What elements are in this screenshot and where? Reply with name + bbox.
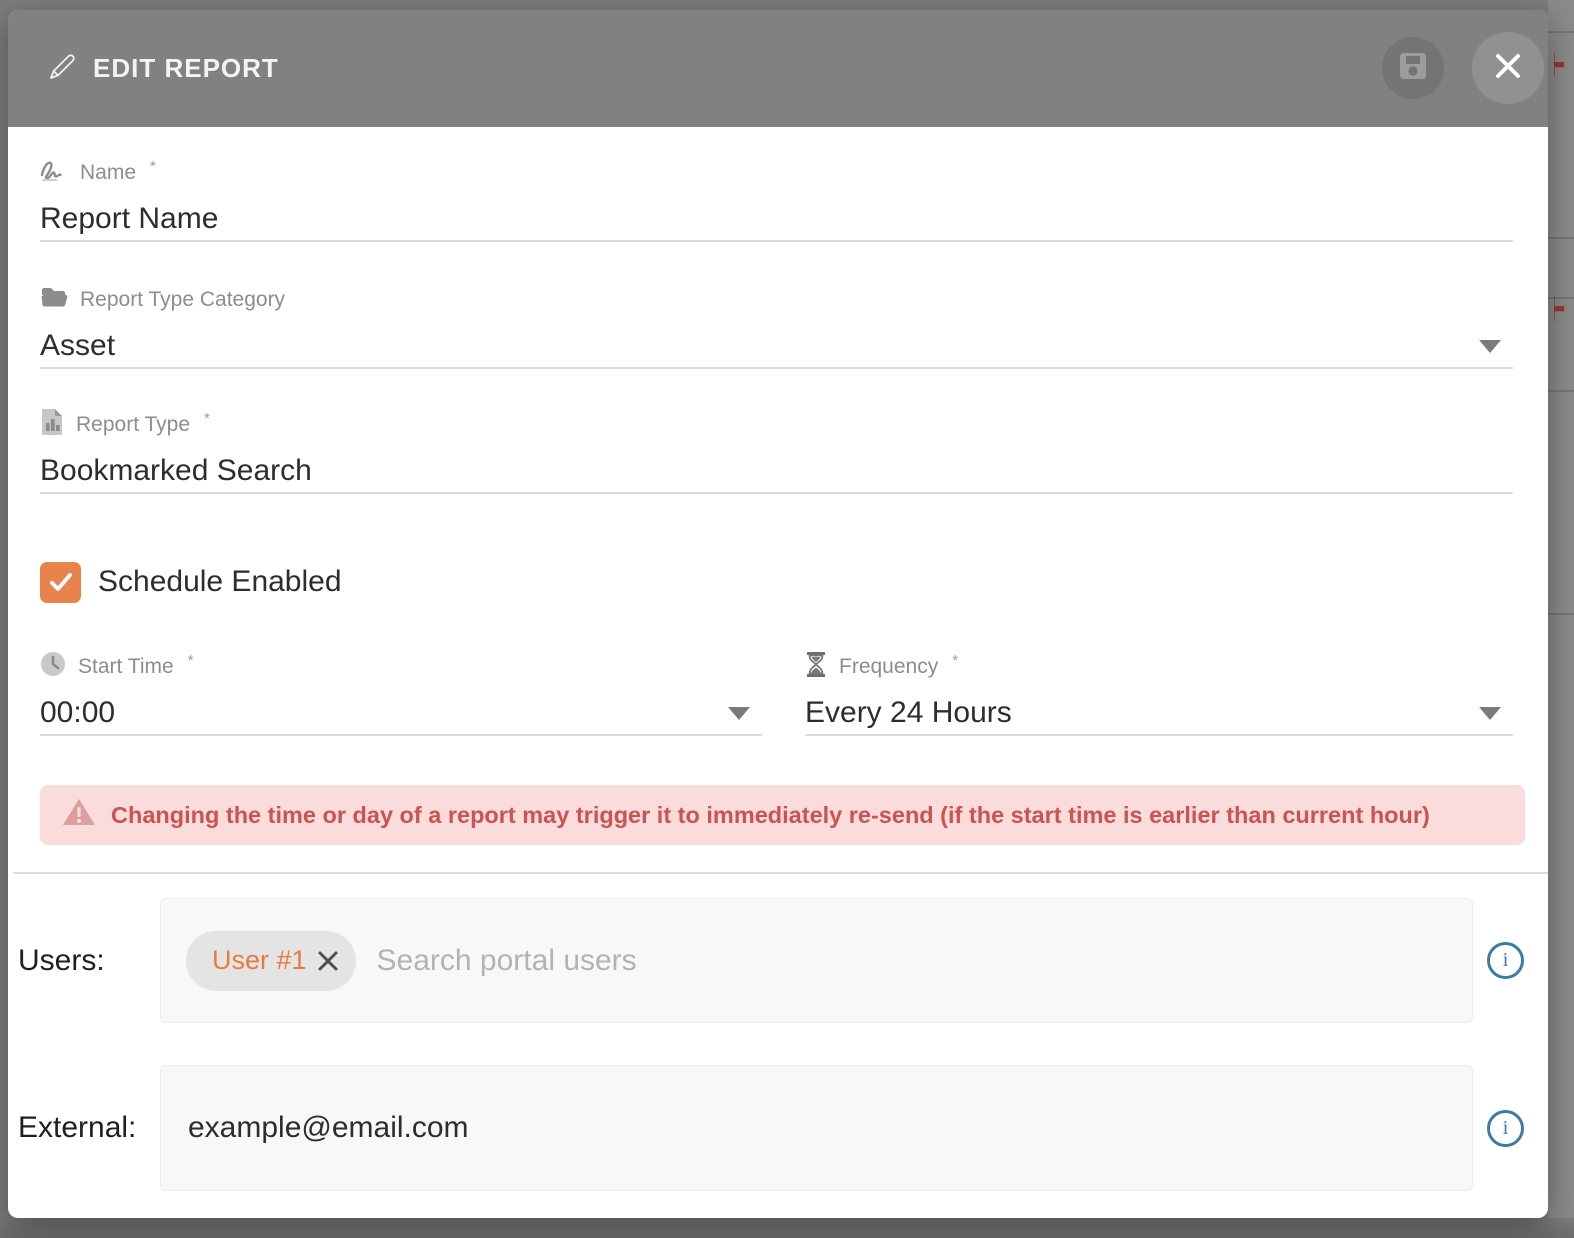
external-label: External: <box>8 1111 160 1145</box>
start-time-field-group: Start Time * 00:00 <box>40 654 762 736</box>
frequency-label-row: Frequency * <box>805 654 1513 680</box>
start-time-label-row: Start Time * <box>40 654 762 680</box>
signature-icon <box>40 159 68 187</box>
reschedule-warning-banner: Changing the time or day of a report may… <box>40 785 1525 845</box>
category-field-group: Report Type Category Asset <box>40 287 1513 369</box>
close-button[interactable] <box>1472 32 1544 104</box>
user-chip-label: User #1 <box>212 945 307 976</box>
report-type-field-group: Report Type * Bookmarked Search <box>40 412 1513 494</box>
category-select[interactable]: Asset <box>40 325 1513 369</box>
start-time-select[interactable]: 00:00 <box>40 692 762 736</box>
external-email-input[interactable] <box>186 1110 1190 1146</box>
frequency-label: Frequency <box>839 655 938 679</box>
start-time-label: Start Time <box>78 655 174 679</box>
remove-x-icon <box>316 949 340 973</box>
report-type-label: Report Type <box>76 413 190 437</box>
background-row-divider <box>1548 31 1574 33</box>
folder-icon <box>40 286 68 314</box>
chevron-down-icon <box>1479 707 1501 720</box>
report-type-value: Bookmarked Search <box>40 454 312 488</box>
users-info-icon[interactable]: i <box>1487 942 1524 979</box>
remove-user-button[interactable] <box>316 949 340 973</box>
pencil-icon <box>48 51 78 86</box>
required-asterisk: * <box>204 410 210 427</box>
report-type-select[interactable]: Bookmarked Search <box>40 450 1513 494</box>
close-icon <box>1490 48 1526 89</box>
users-row: Users: User #1 i <box>8 898 1548 1023</box>
warning-text: Changing the time or day of a report may… <box>111 802 1430 829</box>
clock-icon <box>40 651 66 683</box>
chevron-down-icon <box>728 707 750 720</box>
report-type-label-row: Report Type * <box>40 412 1513 438</box>
user-chip: User #1 <box>186 931 356 991</box>
section-divider <box>13 872 1548 874</box>
background-add-icon: + <box>1554 46 1574 90</box>
background-page-strip: + + <box>1548 0 1574 1238</box>
required-asterisk: * <box>188 652 194 669</box>
required-asterisk: * <box>150 158 156 175</box>
schedule-enabled-row: Schedule Enabled <box>40 561 1513 603</box>
external-email-box <box>160 1065 1473 1191</box>
report-name-field <box>40 198 1513 242</box>
start-time-value: 00:00 <box>40 696 115 730</box>
frequency-select[interactable]: Every 24 Hours <box>805 692 1513 736</box>
name-label-row: Name * <box>40 160 1513 186</box>
background-add-icon: + <box>1554 290 1574 334</box>
backdrop-bottom-strip <box>0 1218 1574 1238</box>
checkmark-icon <box>47 568 75 596</box>
background-row-divider <box>1548 613 1574 615</box>
external-row: External: i <box>8 1065 1548 1191</box>
report-name-input[interactable] <box>40 202 1513 236</box>
users-label: Users: <box>8 944 160 978</box>
category-label: Report Type Category <box>80 288 285 312</box>
background-row-divider <box>1548 390 1574 392</box>
schedule-enabled-checkbox[interactable] <box>40 562 81 603</box>
dimmed-backdrop: + + EDIT REPORT <box>0 0 1574 1238</box>
background-row-divider <box>1548 237 1574 239</box>
name-label: Name <box>80 161 136 185</box>
save-icon <box>1398 51 1428 86</box>
frequency-value: Every 24 Hours <box>805 696 1012 730</box>
schedule-enabled-label: Schedule Enabled <box>98 565 342 599</box>
save-button[interactable] <box>1382 37 1444 99</box>
category-label-row: Report Type Category <box>40 287 1513 313</box>
users-tag-box: User #1 <box>160 898 1473 1023</box>
page-title: EDIT REPORT <box>93 53 279 84</box>
chevron-down-icon <box>1479 340 1501 353</box>
report-chart-icon <box>40 407 64 443</box>
category-value: Asset <box>40 329 115 363</box>
edit-report-modal: EDIT REPORT <box>8 10 1548 1218</box>
modal-header: EDIT REPORT <box>8 10 1548 127</box>
warning-triangle-icon <box>62 797 96 833</box>
hourglass-icon <box>805 651 827 684</box>
external-info-icon[interactable]: i <box>1487 1110 1524 1147</box>
search-portal-users-input[interactable] <box>375 943 1259 979</box>
required-asterisk: * <box>952 652 958 669</box>
name-field-group: Name * <box>40 160 1513 242</box>
schedule-settings-row: Start Time * 00:00 <box>40 654 1513 736</box>
frequency-field-group: Frequency * Every 24 Hours <box>805 654 1513 736</box>
